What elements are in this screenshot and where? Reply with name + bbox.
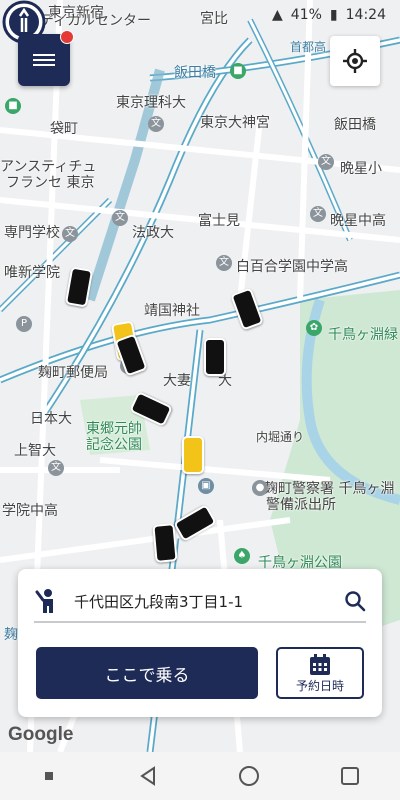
station-icon: ■ [230,63,246,79]
notification-badge [60,30,74,44]
map-label: 法政大 [132,225,174,241]
back-icon[interactable] [136,764,160,788]
map-label: 麹 [4,627,18,643]
police-icon: ● [252,480,268,496]
map-label: 飯田橋 [174,65,216,81]
menu-button[interactable] [18,30,74,86]
map-label: 東京理科大 [116,95,186,111]
map-label: 飯田橋 [334,117,376,133]
taxi-black [204,338,226,376]
hamburger-icon [33,52,55,69]
battery-level: 41% [290,7,322,23]
map-label: フランセ 東京 [6,175,95,191]
reserve-datetime-label: 予約日時 [295,678,344,693]
home-icon[interactable] [237,764,261,788]
map-label: 日本大 [30,411,72,427]
map-label: 首都高 [290,40,327,54]
reserve-datetime-button[interactable]: 予約日時 [276,647,364,699]
map-label: 靖国神社 [144,303,200,319]
school-icon: 文 [48,460,64,476]
overview-icon[interactable] [338,764,362,788]
map-label: 警備派出所 [266,497,336,513]
search-icon[interactable] [344,590,366,612]
school-icon: 文 [62,226,78,242]
taxi-yellow [182,436,204,474]
map-label: 袋町 [50,121,78,137]
taxi-black [152,523,178,563]
station-icon: ■ [5,98,21,114]
clock: 14:24 [345,7,386,23]
pickup-address: 千代田区九段南3丁目1-1 [74,592,244,611]
park-icon: ♠ [234,548,250,564]
current-location-button[interactable] [330,36,380,86]
map-label: 大妻 [163,373,191,389]
school-icon: 文 [148,116,164,132]
map-label: 千鳥ヶ淵緑 [328,327,398,343]
map-label: 内堀通り [256,430,305,444]
system-navigation-bar [0,752,400,800]
battery-icon: ▮ [329,7,338,23]
pickup-address-row[interactable]: 千代田区九段南3丁目1-1 [34,581,366,623]
park-icon: ✿ [306,320,322,336]
calendar-icon [310,653,330,675]
crosshair-icon [343,49,367,73]
school-icon: 文 [310,206,326,222]
signal-icon: ▲ [272,7,283,23]
map-label: 麹町郵便局 [38,365,108,381]
map-label: 記念公園 [86,437,142,453]
map-label: 晩星小 [340,161,382,177]
map-label: 白百合学園中学高 [236,259,348,275]
waving-person-icon [35,589,53,613]
school-icon: 文 [318,154,334,170]
parking-icon: P [16,316,32,332]
map-label: 富士見 [198,213,240,229]
recents-dot-icon[interactable] [39,766,59,786]
school-icon: 文 [216,255,232,271]
map-label: 東京大神宮 [200,115,270,131]
school-icon: 文 [112,210,128,226]
pickup-card: 千代田区九段南3丁目1-1 ここで乗る 予約日時 [18,569,382,717]
status-bar: ▲ 41% ▮ 14:24 [0,0,400,30]
map-label: 唯新学院 [4,265,60,281]
map-label: 専門学校 [4,225,60,241]
map-label: 晩星中高 [330,213,386,229]
map-label: 上智大 [14,443,56,459]
google-logo: Google [8,724,74,745]
map-label: 学院中高 [2,503,58,519]
ride-here-button[interactable]: ここで乗る [36,647,258,699]
bus-stop-icon: ▣ [198,478,214,494]
